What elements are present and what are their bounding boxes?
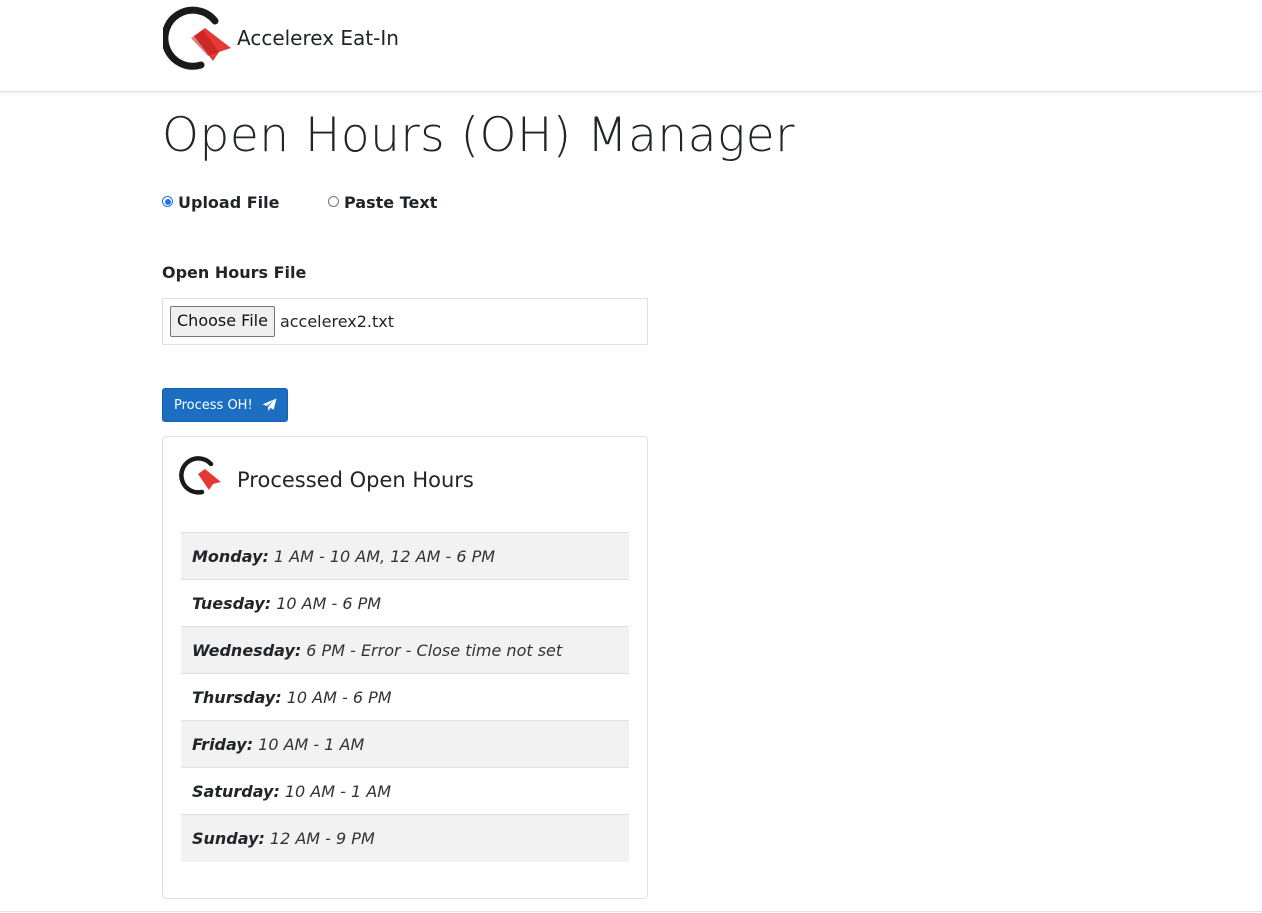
hours-row-thursday: Thursday: 10 AM - 6 PM (181, 674, 629, 721)
hours-value: 10 AM - 6 PM (276, 593, 382, 613)
selected-file-name: accelerex2.txt (279, 312, 395, 331)
hours-value: 12 AM - 9 PM (269, 829, 375, 848)
radio-label-paste-text: Paste Text (344, 193, 438, 212)
hours-row-saturday: Saturday: 10 AM - 1 AM (181, 768, 629, 815)
hours-value: 10 AM - 6 PM (286, 687, 392, 707)
day-label: Saturday: (192, 781, 280, 801)
brand-link[interactable]: Accelerex Eat-In (163, 6, 399, 70)
hours-list: Monday: 1 AM - 10 AM, 12 AM - 6 PM Tuesd… (181, 532, 629, 862)
radio-upload-file[interactable]: Upload File (162, 193, 280, 212)
day-label: Sunday: (192, 829, 265, 848)
footer-divider (0, 911, 1262, 912)
day-label: Monday: (192, 546, 269, 566)
open-hours-file-input[interactable]: Choose File accelerex2.txt (162, 298, 648, 345)
brand-name: Accelerex Eat-In (237, 26, 399, 50)
hours-row-tuesday: Tuesday: 10 AM - 6 PM (181, 580, 629, 627)
radio-paste-text[interactable]: Paste Text (328, 193, 437, 212)
hours-value: 6 PM - Error - Close time not set (306, 640, 563, 660)
day-label: Thursday: (192, 687, 282, 707)
accelerex-logo-icon (179, 456, 221, 495)
process-oh-label: Process OH! (174, 397, 253, 413)
radio-label-upload-file: Upload File (178, 193, 280, 212)
hours-row-sunday: Sunday: 12 AM - 9 PM (181, 815, 629, 862)
hours-value: 1 AM - 10 AM, 12 AM - 6 PM (273, 546, 496, 566)
processed-hours-title: Processed Open Hours (237, 468, 474, 492)
radio-button-upload-file[interactable] (162, 196, 173, 207)
paper-plane-icon (262, 398, 277, 412)
page-title: Open Hours (OH) Manager (162, 108, 795, 163)
day-label: Friday: (192, 734, 254, 754)
day-label: Wednesday: (192, 640, 302, 660)
process-oh-button[interactable]: Process OH! (162, 388, 288, 422)
hours-row-monday: Monday: 1 AM - 10 AM, 12 AM - 6 PM (181, 533, 629, 580)
navbar: Accelerex Eat-In (0, 0, 1262, 92)
hours-value: 10 AM - 1 AM (258, 734, 365, 754)
open-hours-file-label: Open Hours File (162, 263, 307, 282)
day-label: Tuesday: (192, 593, 272, 613)
choose-file-button[interactable]: Choose File (170, 306, 275, 337)
radio-button-paste-text[interactable] (328, 196, 339, 207)
processed-hours-card: Processed Open Hours Monday: 1 AM - 10 A… (162, 436, 648, 899)
hours-row-friday: Friday: 10 AM - 1 AM (181, 721, 629, 768)
hours-value: 10 AM - 1 AM (284, 781, 391, 801)
hours-row-wednesday: Wednesday: 6 PM - Error - Close time not… (181, 627, 629, 674)
accelerex-logo-icon (163, 6, 231, 70)
